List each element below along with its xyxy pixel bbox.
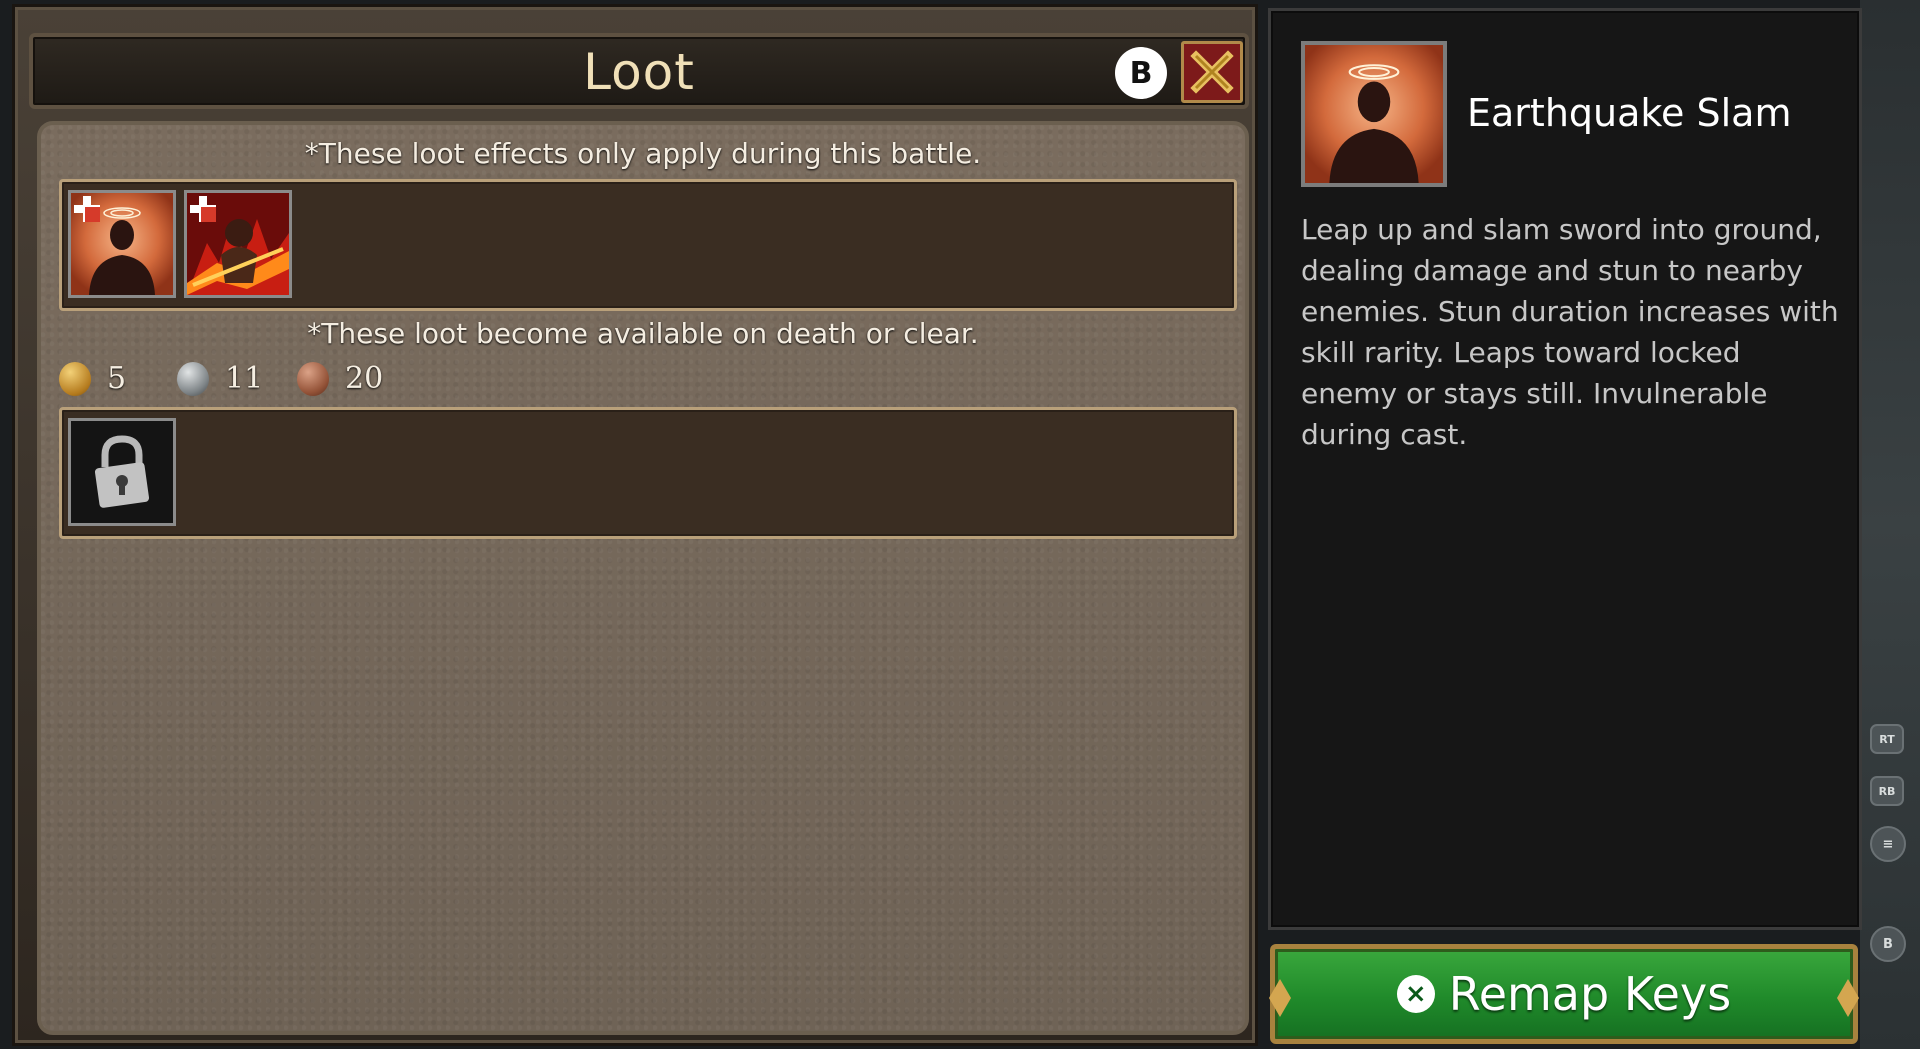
battle-loot-note: *These loot effects only apply during th…	[304, 137, 982, 170]
button-ornament-left-icon	[1269, 979, 1291, 1017]
close-button[interactable]	[1181, 41, 1243, 103]
copper-currency: 20	[297, 361, 383, 396]
loot-body: *These loot effects only apply during th…	[37, 121, 1249, 1035]
b-key-badge: B	[1115, 47, 1167, 99]
remap-keys-label: Remap Keys	[1448, 967, 1732, 1021]
loot-window: Loot B *These loot effects only apply du…	[12, 4, 1258, 1046]
menu-button-hint: ≡	[1870, 826, 1906, 862]
battle-loot-row	[59, 179, 1237, 311]
silver-amount: 11	[225, 361, 264, 396]
skill-icon-frame	[1301, 41, 1447, 187]
silver-currency: 11	[177, 361, 263, 396]
skill-detail-panel: Earthquake Slam Leap up and slam sword i…	[1268, 8, 1862, 930]
copper-coin-icon	[297, 361, 329, 396]
button-ornament-right-icon	[1837, 979, 1859, 1017]
skill-description: Leap up and slam sword into ground, deal…	[1301, 213, 1839, 451]
rt-button-hint: RT	[1870, 724, 1904, 754]
plus-badge-icon	[190, 196, 216, 222]
plus-badge-icon	[74, 196, 100, 222]
loot-slot[interactable]	[184, 190, 292, 298]
x-key-badge: ×	[1396, 975, 1435, 1013]
skill-name: Earthquake Slam	[1467, 91, 1792, 135]
loot-slot-locked[interactable]	[68, 418, 176, 526]
loot-header: Loot B	[29, 33, 1249, 109]
gold-coin-icon	[59, 361, 91, 396]
death-loot-note: *These loot become available on death or…	[307, 317, 979, 350]
earthquake-slam-skill-icon	[1305, 45, 1443, 183]
remap-keys-button[interactable]: × Remap Keys	[1269, 944, 1859, 1044]
page-title: Loot	[583, 43, 695, 101]
gold-currency: 5	[59, 361, 126, 396]
silver-coin-icon	[177, 361, 209, 396]
copper-amount: 20	[345, 361, 384, 396]
rb-button-hint: RB	[1870, 776, 1904, 806]
close-icon	[1190, 50, 1234, 94]
b-button-hint: B	[1870, 926, 1906, 962]
background-scene	[1860, 0, 1920, 1049]
loot-slot[interactable]	[68, 190, 176, 298]
gold-amount: 5	[107, 361, 127, 396]
lock-icon	[71, 421, 173, 523]
death-loot-row	[59, 407, 1237, 539]
